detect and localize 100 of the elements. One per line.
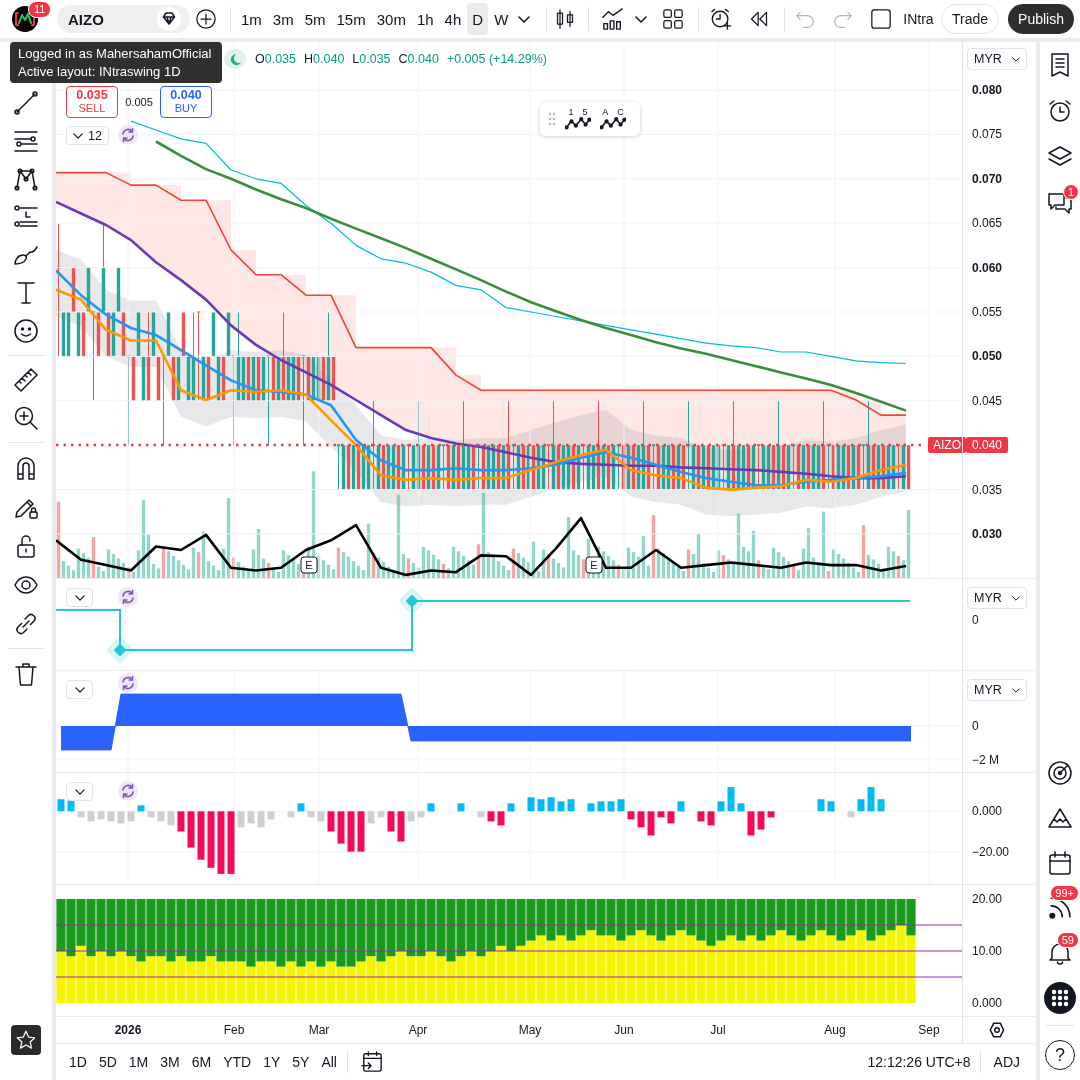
interval-tab[interactable]: W: [489, 3, 514, 35]
interval-tab[interactable]: 15m: [331, 3, 371, 35]
range-button[interactable]: 5D: [94, 1049, 121, 1075]
range-button[interactable]: 1D: [65, 1049, 91, 1075]
add-symbol-icon[interactable]: [196, 9, 216, 29]
interval-tab[interactable]: 1m: [236, 3, 267, 35]
zigzag-icon: [565, 117, 591, 130]
layout-name[interactable]: INtra: [903, 11, 934, 27]
notification-badge: 99+: [1050, 885, 1079, 901]
zigzag-icon: [600, 117, 626, 130]
pane-toggle-button[interactable]: [66, 782, 93, 801]
wave-tool-button[interactable]: A C: [600, 108, 626, 130]
ruler-icon[interactable]: [14, 368, 38, 392]
caret-icon[interactable]: [1012, 595, 1020, 601]
range-button[interactable]: 5Y: [288, 1049, 314, 1075]
time-label: Aug: [824, 1023, 846, 1037]
wave-tool-button[interactable]: 1 5: [565, 108, 591, 130]
scale-label: 0.070: [972, 171, 1003, 186]
currency-dropdown[interactable]: MYR: [967, 679, 1027, 701]
help-button[interactable]: ?: [1045, 1040, 1075, 1070]
settings-icon[interactable]: [989, 1022, 1005, 1038]
lock-open-icon[interactable]: [14, 533, 38, 558]
zoom-in-icon[interactable]: [14, 406, 38, 430]
caret-icon[interactable]: [74, 788, 85, 795]
caret-icon[interactable]: [74, 594, 85, 601]
mountains-icon[interactable]: [1048, 805, 1072, 830]
caret-icon[interactable]: [518, 15, 531, 23]
link-icon[interactable]: [14, 611, 38, 636]
parallel-lines-icon[interactable]: [14, 129, 38, 153]
trade-button[interactable]: Trade: [941, 4, 1000, 34]
refresh-icon[interactable]: [118, 781, 138, 801]
currency-dropdown[interactable]: MYR: [967, 587, 1027, 609]
spread-value: 0.005: [124, 96, 154, 108]
indicators-toggle-button[interactable]: 12: [66, 126, 109, 145]
adjust-button[interactable]: ADJ: [989, 1049, 1024, 1075]
go-to-date-icon[interactable]: [361, 1051, 383, 1073]
scale-label: 0.055: [972, 305, 1003, 319]
pattern-icon[interactable]: [14, 167, 38, 191]
alarm-add-icon[interactable]: [710, 8, 733, 30]
symbol-search-button[interactable]: AIZO: [57, 5, 190, 33]
interval-tab[interactable]: 3m: [267, 3, 299, 35]
scale-label: 20.00: [972, 892, 1003, 906]
watchlist-icon[interactable]: [1048, 53, 1072, 77]
pane-toggle-button[interactable]: [66, 680, 93, 699]
notification-badge: 59: [1056, 932, 1079, 948]
sell-button[interactable]: 0.035 SELL: [66, 86, 118, 118]
publish-button[interactable]: Publish: [1008, 4, 1074, 34]
candlestick-icon[interactable]: [555, 9, 576, 29]
refresh-icon[interactable]: [118, 587, 138, 607]
time-label: 2026: [114, 1023, 142, 1037]
refresh-icon[interactable]: [118, 125, 138, 145]
apps-grid-icon[interactable]: [1044, 981, 1076, 1014]
clock-text: 12:12:26 UTC+8: [867, 1054, 971, 1070]
scale-label: 0.035: [972, 482, 1003, 497]
caret-icon[interactable]: [74, 686, 85, 693]
interval-tab[interactable]: 30m: [371, 3, 411, 35]
layout-grid-icon[interactable]: [663, 9, 684, 29]
earnings-marker[interactable]: E: [585, 556, 603, 574]
notification-badge: 11: [28, 1, 52, 18]
pane-toggle-button[interactable]: [66, 588, 93, 607]
time-label: May: [518, 1023, 542, 1037]
trend-line-icon[interactable]: [14, 91, 38, 115]
interval-tab[interactable]: 5m: [299, 3, 331, 35]
trash-icon[interactable]: [14, 661, 38, 686]
caret-icon[interactable]: [73, 132, 83, 139]
target-icon[interactable]: [1048, 760, 1072, 785]
text-icon[interactable]: [14, 281, 38, 305]
scale-label: 0: [972, 719, 979, 733]
magnet-icon[interactable]: [14, 455, 38, 480]
range-button[interactable]: 6M: [187, 1049, 216, 1075]
fullscreen-icon[interactable]: [871, 9, 892, 29]
indicators-icon[interactable]: [602, 8, 625, 30]
emoji-icon[interactable]: [14, 319, 38, 343]
interval-tab[interactable]: D: [467, 3, 489, 35]
earnings-marker[interactable]: E: [300, 556, 318, 574]
interval-tab[interactable]: 1h: [411, 3, 439, 35]
range-button[interactable]: 3M: [156, 1049, 184, 1075]
market-status-icon: [224, 49, 246, 69]
ohlc-value: H0.040: [304, 52, 345, 66]
fib-lines-icon[interactable]: [14, 205, 38, 229]
alarm-clock-icon[interactable]: [1048, 99, 1072, 123]
range-button[interactable]: YTD: [219, 1049, 256, 1075]
buy-button[interactable]: 0.040 BUY: [160, 86, 212, 118]
gem-icon[interactable]: [157, 7, 181, 31]
caret-icon[interactable]: [1012, 56, 1020, 62]
feed-icon[interactable]: [1049, 896, 1071, 919]
currency-dropdown[interactable]: MYR: [967, 48, 1027, 70]
replay-icon[interactable]: [749, 9, 770, 29]
range-button[interactable]: All: [317, 1049, 341, 1075]
brush-icon[interactable]: [14, 243, 38, 267]
calendar-icon[interactable]: [1048, 850, 1072, 875]
ohlc-value: L0.035: [352, 52, 391, 66]
drag-handle-icon[interactable]: [548, 112, 556, 126]
layers-icon[interactable]: [1048, 145, 1072, 169]
interval-tab[interactable]: 4h: [439, 3, 467, 35]
range-button[interactable]: 1Y: [259, 1049, 285, 1075]
range-button[interactable]: 1M: [124, 1049, 153, 1075]
caret-icon[interactable]: [1012, 687, 1020, 693]
refresh-icon[interactable]: [118, 673, 138, 693]
caret-icon[interactable]: [635, 15, 648, 23]
